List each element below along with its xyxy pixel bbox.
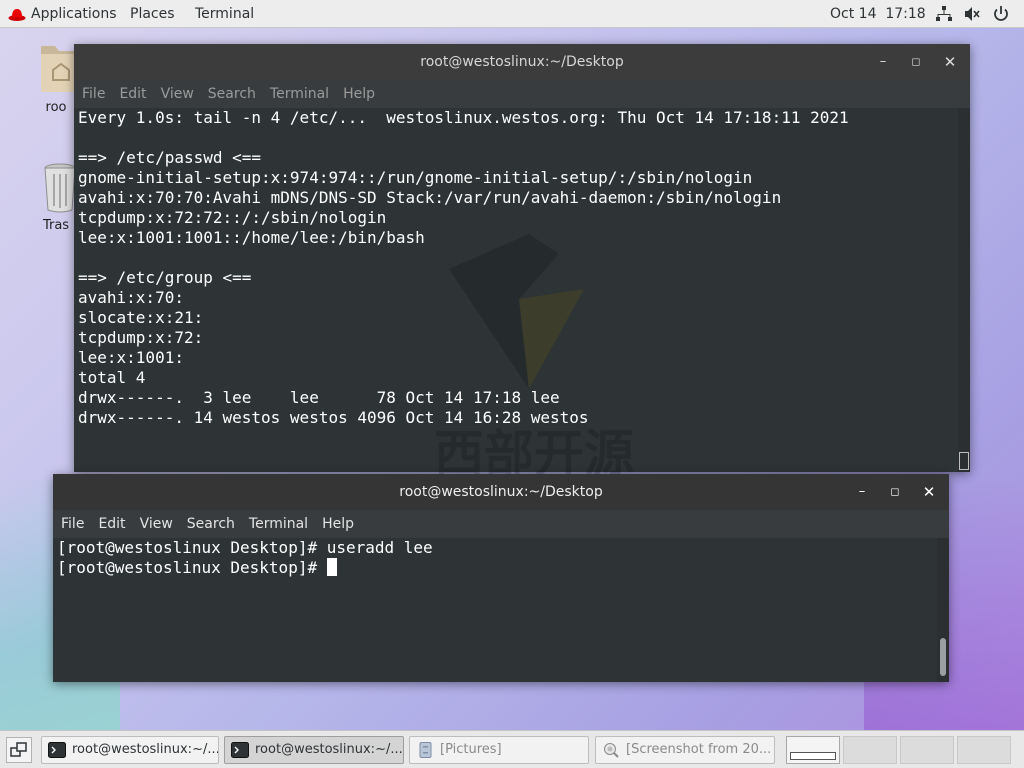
applications-menu[interactable]: Applications: [31, 0, 117, 28]
minimize-button[interactable]: –: [851, 474, 873, 510]
terminal-line: tcpdump:x:72:72::/:/sbin/nologin: [78, 208, 387, 227]
terminal-line: drwx------. 14 westos westos 4096 Oct 14…: [78, 408, 589, 427]
task-label: [Screenshot from 20...: [626, 742, 772, 757]
menu-help[interactable]: Help: [335, 80, 381, 108]
terminal-line: avahi:x:70:: [78, 288, 184, 307]
menu-help[interactable]: Help: [314, 510, 360, 538]
terminal-line: slocate:x:21:: [78, 308, 204, 327]
terminal-window-shell[interactable]: root@westoslinux:~/Desktop – ◻ ✕ File Edi…: [53, 474, 949, 682]
resize-handle[interactable]: [959, 452, 969, 470]
window-titlebar[interactable]: root@westoslinux:~/Desktop – ◻ ✕: [53, 474, 949, 510]
task-screenshot[interactable]: [Screenshot from 20...: [595, 736, 775, 764]
terminal-text: Every 1.0s: tail -n 4 /etc/... westoslin…: [74, 108, 970, 428]
menu-file[interactable]: File: [74, 80, 111, 108]
scrollbar-thumb[interactable]: [940, 638, 946, 676]
window-titlebar[interactable]: root@westoslinux:~/Desktop – ◻ ✕: [74, 44, 970, 80]
task-label: root@westoslinux:~/...: [72, 742, 219, 757]
terminal-line: ==> /etc/group <==: [78, 268, 252, 287]
workspace-window-thumb: [790, 752, 836, 760]
terminal-text: [root@westoslinux Desktop]# useradd lee …: [53, 538, 949, 578]
bottom-taskbar: root@westoslinux:~/... root@westoslinux:…: [0, 730, 1024, 768]
window-title: root@westoslinux:~/Desktop: [420, 54, 624, 70]
menu-search[interactable]: Search: [179, 510, 241, 538]
workspace-1[interactable]: [786, 736, 840, 764]
maximize-button[interactable]: ◻: [884, 474, 906, 510]
top-panel: Applications Places Terminal Oct 14 17:1…: [0, 0, 1024, 28]
workspace-4[interactable]: [957, 736, 1011, 764]
terminal-line: total 4: [78, 368, 146, 387]
terminal-line: tcpdump:x:72:: [78, 328, 204, 347]
terminal-line: lee:x:1001:1001::/home/lee:/bin/bash: [78, 228, 425, 247]
terminal-line: [root@westoslinux Desktop]# useradd lee: [57, 538, 433, 557]
menu-edit[interactable]: Edit: [90, 510, 131, 538]
task-label: [Pictures]: [440, 742, 502, 757]
terminal-menubar: File Edit View Search Terminal Help: [53, 510, 949, 538]
terminal-line: [root@westoslinux Desktop]#: [57, 558, 327, 577]
scrollbar[interactable]: [937, 538, 949, 682]
terminal-output[interactable]: [root@westoslinux Desktop]# useradd lee …: [53, 538, 949, 682]
terminal-icon: [48, 742, 66, 758]
workspace-3[interactable]: [900, 736, 954, 764]
task-terminal-2[interactable]: root@westoslinux:~/...: [224, 736, 404, 764]
show-desktop-icon: [10, 742, 27, 757]
menu-edit[interactable]: Edit: [111, 80, 152, 108]
menu-view[interactable]: View: [132, 510, 179, 538]
menu-search[interactable]: Search: [200, 80, 262, 108]
places-menu[interactable]: Places: [130, 0, 175, 28]
menu-terminal[interactable]: Terminal: [262, 80, 335, 108]
minimize-button[interactable]: –: [872, 44, 894, 80]
menu-file[interactable]: File: [53, 510, 90, 538]
network-icon[interactable]: [935, 5, 953, 23]
maximize-button[interactable]: ◻: [905, 44, 927, 80]
terminal-line: gnome-initial-setup:x:974:974::/run/gnom…: [78, 168, 753, 187]
terminal-line: drwx------. 3 lee lee 78 Oct 14 17:18 le…: [78, 388, 560, 407]
terminal-line: Every 1.0s: tail -n 4 /etc/... westoslin…: [78, 108, 849, 127]
window-title: root@westoslinux:~/Desktop: [399, 484, 603, 500]
task-pictures[interactable]: [Pictures]: [409, 736, 589, 764]
terminal-icon: [231, 742, 249, 758]
task-label: root@westoslinux:~/...: [255, 742, 403, 757]
redhat-logo-icon: [8, 6, 26, 26]
terminal-menubar: File Edit View Search Terminal Help: [74, 80, 970, 108]
close-button[interactable]: ✕: [918, 474, 940, 510]
workspace-2[interactable]: [843, 736, 897, 764]
scrollbar[interactable]: [958, 108, 970, 472]
file-cabinet-icon: [416, 742, 434, 758]
menu-terminal[interactable]: Terminal: [241, 510, 314, 538]
terminal-app-menu[interactable]: Terminal: [195, 0, 254, 28]
power-icon[interactable]: [992, 5, 1010, 23]
menu-view[interactable]: View: [153, 80, 200, 108]
text-cursor: [326, 558, 337, 576]
terminal-line: avahi:x:70:70:Avahi mDNS/DNS-SD Stack:/v…: [78, 188, 782, 207]
terminal-output[interactable]: Every 1.0s: tail -n 4 /etc/... westoslin…: [74, 108, 970, 472]
show-desktop-button[interactable]: [6, 737, 32, 763]
clock[interactable]: Oct 14 17:18: [830, 0, 926, 28]
close-button[interactable]: ✕: [939, 44, 961, 80]
terminal-line: lee:x:1001:: [78, 348, 184, 367]
task-terminal-1[interactable]: root@westoslinux:~/...: [41, 736, 219, 764]
terminal-line: ==> /etc/passwd <==: [78, 148, 262, 167]
terminal-window-watch[interactable]: root@westoslinux:~/Desktop – ◻ ✕ File Edi…: [74, 44, 970, 483]
screenshot-icon: [602, 742, 620, 758]
volume-muted-icon[interactable]: [963, 5, 981, 23]
